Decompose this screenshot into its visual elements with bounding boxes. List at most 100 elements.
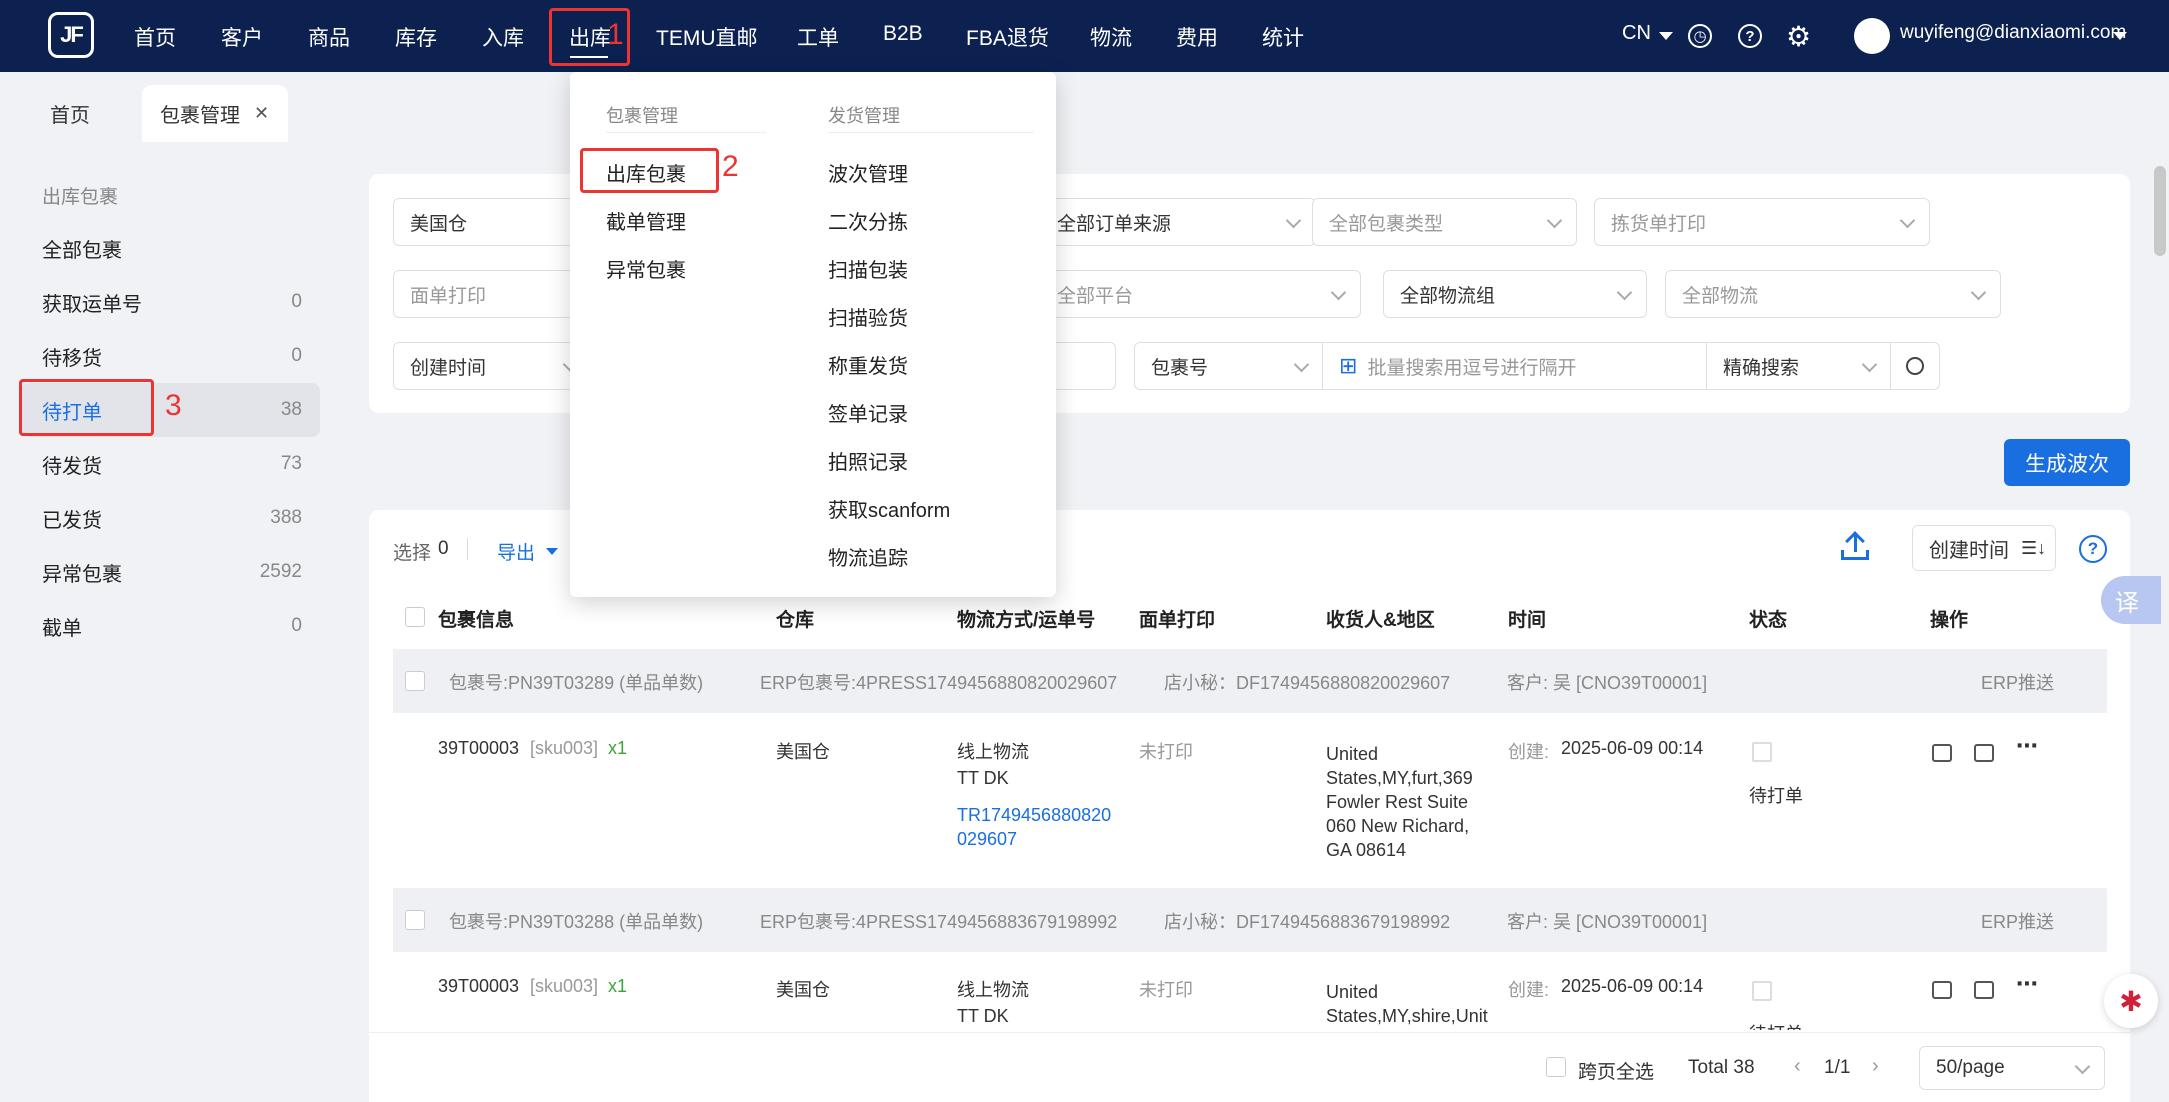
upload-icon[interactable] xyxy=(1841,531,1869,562)
time-type-select[interactable]: 创建时间 xyxy=(393,342,593,390)
nav-customers[interactable]: 客户 xyxy=(221,22,263,52)
cross-page-select-checkbox[interactable] xyxy=(1546,1057,1566,1077)
export-button[interactable]: 导出 xyxy=(497,538,535,565)
help-icon[interactable]: ? xyxy=(1738,24,1762,48)
menu-item-weigh-ship[interactable]: 称重发货 xyxy=(828,350,908,379)
item-code: 39T00003 xyxy=(438,738,520,758)
menu-item-sign-record[interactable]: 签单记录 xyxy=(828,398,908,427)
more-icon[interactable]: ⋯ xyxy=(2016,733,2038,759)
archive-icon[interactable] xyxy=(1974,744,1994,762)
user-email[interactable]: wuyifeng@dianxiaomi.com xyxy=(1900,22,2126,44)
nav-products[interactable]: 商品 xyxy=(308,22,350,52)
erp-push[interactable]: ERP推送 xyxy=(1981,669,2054,695)
nav-fees[interactable]: 费用 xyxy=(1176,22,1218,52)
nav-inbound[interactable]: 入库 xyxy=(482,22,524,52)
menu-item-scanform[interactable]: 获取scanform xyxy=(828,494,950,523)
clock-icon[interactable]: ◷ xyxy=(1688,24,1712,48)
row-checkbox[interactable] xyxy=(405,671,425,691)
menu-item-exception[interactable]: 异常包裹 xyxy=(606,254,686,283)
package-type-select[interactable]: 全部包裹类型 xyxy=(1312,198,1577,246)
gear-icon[interactable]: ⚙ xyxy=(1786,20,1811,53)
sidebar-item-pending-ship[interactable]: 待发货 73 xyxy=(20,437,320,491)
order-source-select[interactable]: 全部订单来源 xyxy=(1041,198,1316,246)
prev-page-icon[interactable]: ‹ xyxy=(1794,1055,1801,1078)
sidebar-item-all[interactable]: 全部包裹 xyxy=(20,221,320,275)
address-line: States,MY,furt,369 xyxy=(1326,768,1473,788)
col-status: 状态 xyxy=(1749,610,1788,631)
nav-logistics[interactable]: 物流 xyxy=(1090,22,1132,52)
logistics-select[interactable]: 全部物流 xyxy=(1665,270,2001,318)
sidebar-item-exception[interactable]: 异常包裹 2592 xyxy=(20,545,320,599)
select-value: 全部物流 xyxy=(1682,285,1759,307)
app-logo[interactable]: JF xyxy=(48,12,94,58)
printer-icon[interactable] xyxy=(1932,744,1952,762)
menu-item-wave[interactable]: 波次管理 xyxy=(828,158,908,187)
search-type-select[interactable]: 包裹号 xyxy=(1134,342,1324,390)
menu-item-scan-inspect[interactable]: 扫描验货 xyxy=(828,302,908,331)
erp-push[interactable]: ERP推送 xyxy=(1981,908,2054,934)
item-code: 39T00003 xyxy=(438,976,520,996)
sidebar-item-label: 待发货 xyxy=(42,455,102,478)
nav-inventory[interactable]: 库存 xyxy=(395,22,437,52)
sidebar-item-shipped[interactable]: 已发货 388 xyxy=(20,491,320,545)
tracking-number[interactable]: TR1749456880820 xyxy=(957,805,1111,826)
nav-stats[interactable]: 统计 xyxy=(1262,22,1304,52)
address-line: 060 New Richard, xyxy=(1326,816,1470,836)
language-selector[interactable]: CN xyxy=(1622,22,1651,45)
tab-home[interactable]: 首页 xyxy=(32,85,108,142)
divider xyxy=(606,132,766,133)
avatar[interactable] xyxy=(1854,18,1890,54)
translate-button[interactable]: 译 xyxy=(2101,576,2161,624)
menu-item-intercept[interactable]: 截单管理 xyxy=(606,206,686,235)
grid-icon[interactable]: ⊞ xyxy=(1339,353,1357,379)
next-page-icon[interactable]: › xyxy=(1872,1055,1879,1078)
row-checkbox[interactable] xyxy=(405,910,425,930)
scrollbar[interactable] xyxy=(2154,166,2166,256)
label-print-select[interactable]: 面单打印 xyxy=(393,270,593,318)
caret-down-icon xyxy=(546,548,558,555)
table-header xyxy=(393,590,2107,646)
search-mode-select[interactable]: 精确搜索 xyxy=(1706,342,1892,390)
sidebar-item-label: 全部包裹 xyxy=(42,239,122,262)
sidebar-item-intercept[interactable]: 截单 0 xyxy=(20,599,320,653)
page-size-select[interactable]: 50/page xyxy=(1919,1046,2105,1090)
nav-home[interactable]: 首页 xyxy=(134,22,176,52)
select-all-checkbox[interactable] xyxy=(405,607,425,627)
nav-temu[interactable]: TEMU直邮 xyxy=(656,22,758,52)
col-actions: 操作 xyxy=(1930,610,1969,631)
nav-b2b[interactable]: B2B xyxy=(883,22,923,46)
menu-item-scan-pack[interactable]: 扫描包装 xyxy=(828,254,908,283)
platform-select[interactable]: 全部平台 xyxy=(1041,270,1361,318)
chevron-down-icon xyxy=(1616,284,1633,301)
sidebar-item-get-tracking[interactable]: 获取运单号 0 xyxy=(20,275,320,329)
erp-package-number: ERP包裹号:4PRESS1749456883679198992 xyxy=(760,912,1118,932)
logistics-group-select[interactable]: 全部物流组 xyxy=(1383,270,1647,318)
assistant-icon[interactable]: ✱ xyxy=(2104,974,2158,1028)
tracking-number-cont[interactable]: 029607 xyxy=(957,829,1017,850)
pick-print-select[interactable]: 拣货单打印 xyxy=(1594,198,1930,246)
warehouse-select[interactable]: 美国仓 xyxy=(393,198,593,246)
customer: 客户: 吴 [CNO39T00001] xyxy=(1507,912,1708,932)
tab-package-management[interactable]: 包裹管理 ✕ xyxy=(142,85,288,142)
nav-fba-return[interactable]: FBA退货 xyxy=(966,22,1049,52)
select-value: 包裹号 xyxy=(1151,357,1209,379)
menu-item-sorting[interactable]: 二次分拣 xyxy=(828,206,908,235)
archive-icon[interactable] xyxy=(1974,981,1994,999)
nav-workorder[interactable]: 工单 xyxy=(797,22,839,52)
sidebar-item-count: 0 xyxy=(291,345,302,366)
more-icon[interactable]: ⋯ xyxy=(2016,971,2038,997)
document-icon xyxy=(1752,981,1772,1001)
generate-wave-button[interactable]: 生成波次 xyxy=(2004,439,2130,486)
sidebar-item-pending-move[interactable]: 待移货 0 xyxy=(20,329,320,383)
search-button[interactable] xyxy=(1890,342,1940,390)
sort-select[interactable]: 创建时间 ☰↓ xyxy=(1912,525,2056,571)
sidebar-item-label: 异常包裹 xyxy=(42,563,122,586)
close-icon[interactable]: ✕ xyxy=(254,103,269,124)
printer-icon[interactable] xyxy=(1932,981,1952,999)
chevron-down-icon xyxy=(1970,284,1987,301)
search-input[interactable]: ⊞ 批量搜索用逗号进行隔开 xyxy=(1322,342,1708,390)
menu-item-tracking[interactable]: 物流追踪 xyxy=(828,542,908,571)
select-value: 创建时间 xyxy=(410,357,487,379)
menu-item-photo-record[interactable]: 拍照记录 xyxy=(828,446,908,475)
help-icon[interactable]: ? xyxy=(2079,535,2107,563)
